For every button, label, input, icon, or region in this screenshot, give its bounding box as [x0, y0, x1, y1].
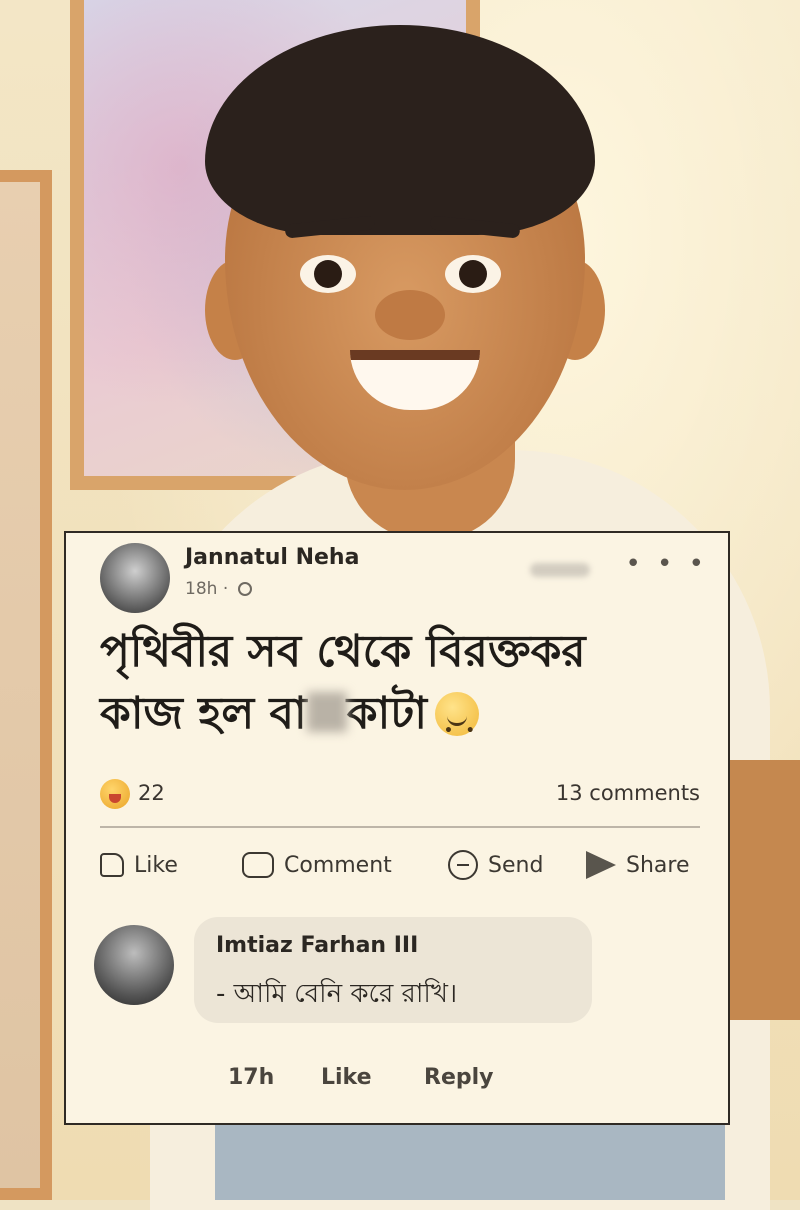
meta-separator: ·: [222, 579, 229, 599]
comment-bubble: Imtiaz Farhan III - আমি বেনি করে রাখি।: [194, 917, 592, 1023]
comment-text: - আমি বেনি করে রাখি।: [216, 979, 458, 1009]
comment-time[interactable]: 17h: [228, 1065, 274, 1090]
messenger-icon: [448, 850, 478, 880]
person-nose: [375, 290, 445, 340]
like-label: Like: [134, 852, 178, 878]
thumbs-up-icon: [100, 853, 124, 877]
post-time[interactable]: 18h: [185, 579, 217, 599]
post-text-line2: কাজ হল বা কাটা: [100, 683, 700, 762]
comment-button[interactable]: Comment: [242, 845, 392, 885]
laughing-emoji-icon[interactable]: [100, 779, 130, 809]
smiley-emoji-icon: [434, 692, 479, 762]
post-text: পৃথিবীর সব থেকে বিরক্তকর কাজ হল বা কাটা: [100, 621, 700, 762]
share-icon: [586, 851, 616, 879]
post-text-line2-before: কাজ হল বা: [100, 688, 307, 739]
share-label: Share: [626, 852, 690, 878]
author-name[interactable]: Jannatul Neha: [185, 545, 359, 570]
send-button[interactable]: Send: [448, 845, 543, 885]
reaction-count[interactable]: 22: [138, 781, 165, 805]
comment-icon: [242, 852, 274, 878]
like-button[interactable]: Like: [100, 845, 178, 885]
more-options-icon[interactable]: • • •: [625, 549, 708, 579]
comment-item: Imtiaz Farhan III - আমি বেনি করে রাখি।: [94, 911, 708, 1031]
author-avatar[interactable]: [100, 543, 170, 613]
person-pants: [215, 1120, 725, 1200]
post-meta: 18h ·: [185, 579, 252, 599]
blurred-tag: [530, 563, 590, 577]
post-text-line2-after: কাটা: [346, 688, 427, 739]
post-text-line1: পৃথিবীর সব থেকে বিরক্তকর: [100, 626, 586, 677]
post-card: Jannatul Neha 18h · • • • পৃথিবীর সব থেক…: [64, 531, 730, 1125]
comment-label: Comment: [284, 852, 392, 878]
comment-count[interactable]: 13 comments: [556, 781, 700, 805]
post-actions: Like Comment Send Share: [100, 845, 700, 885]
commenter-avatar[interactable]: [94, 925, 174, 1005]
censored-blur: [306, 692, 347, 732]
post-header: Jannatul Neha 18h · • • •: [100, 539, 708, 619]
commenter-name[interactable]: Imtiaz Farhan III: [216, 933, 418, 958]
side-frame: [0, 170, 52, 1200]
person-eye: [300, 255, 356, 293]
person-eye: [445, 255, 501, 293]
divider: [100, 826, 700, 828]
comment-reply-button[interactable]: Reply: [424, 1065, 494, 1090]
send-label: Send: [488, 852, 544, 878]
globe-icon: [237, 582, 252, 596]
comment-like-button[interactable]: Like: [321, 1065, 372, 1090]
post-stats: 22 13 comments: [100, 777, 700, 811]
share-button[interactable]: Share: [586, 845, 690, 885]
